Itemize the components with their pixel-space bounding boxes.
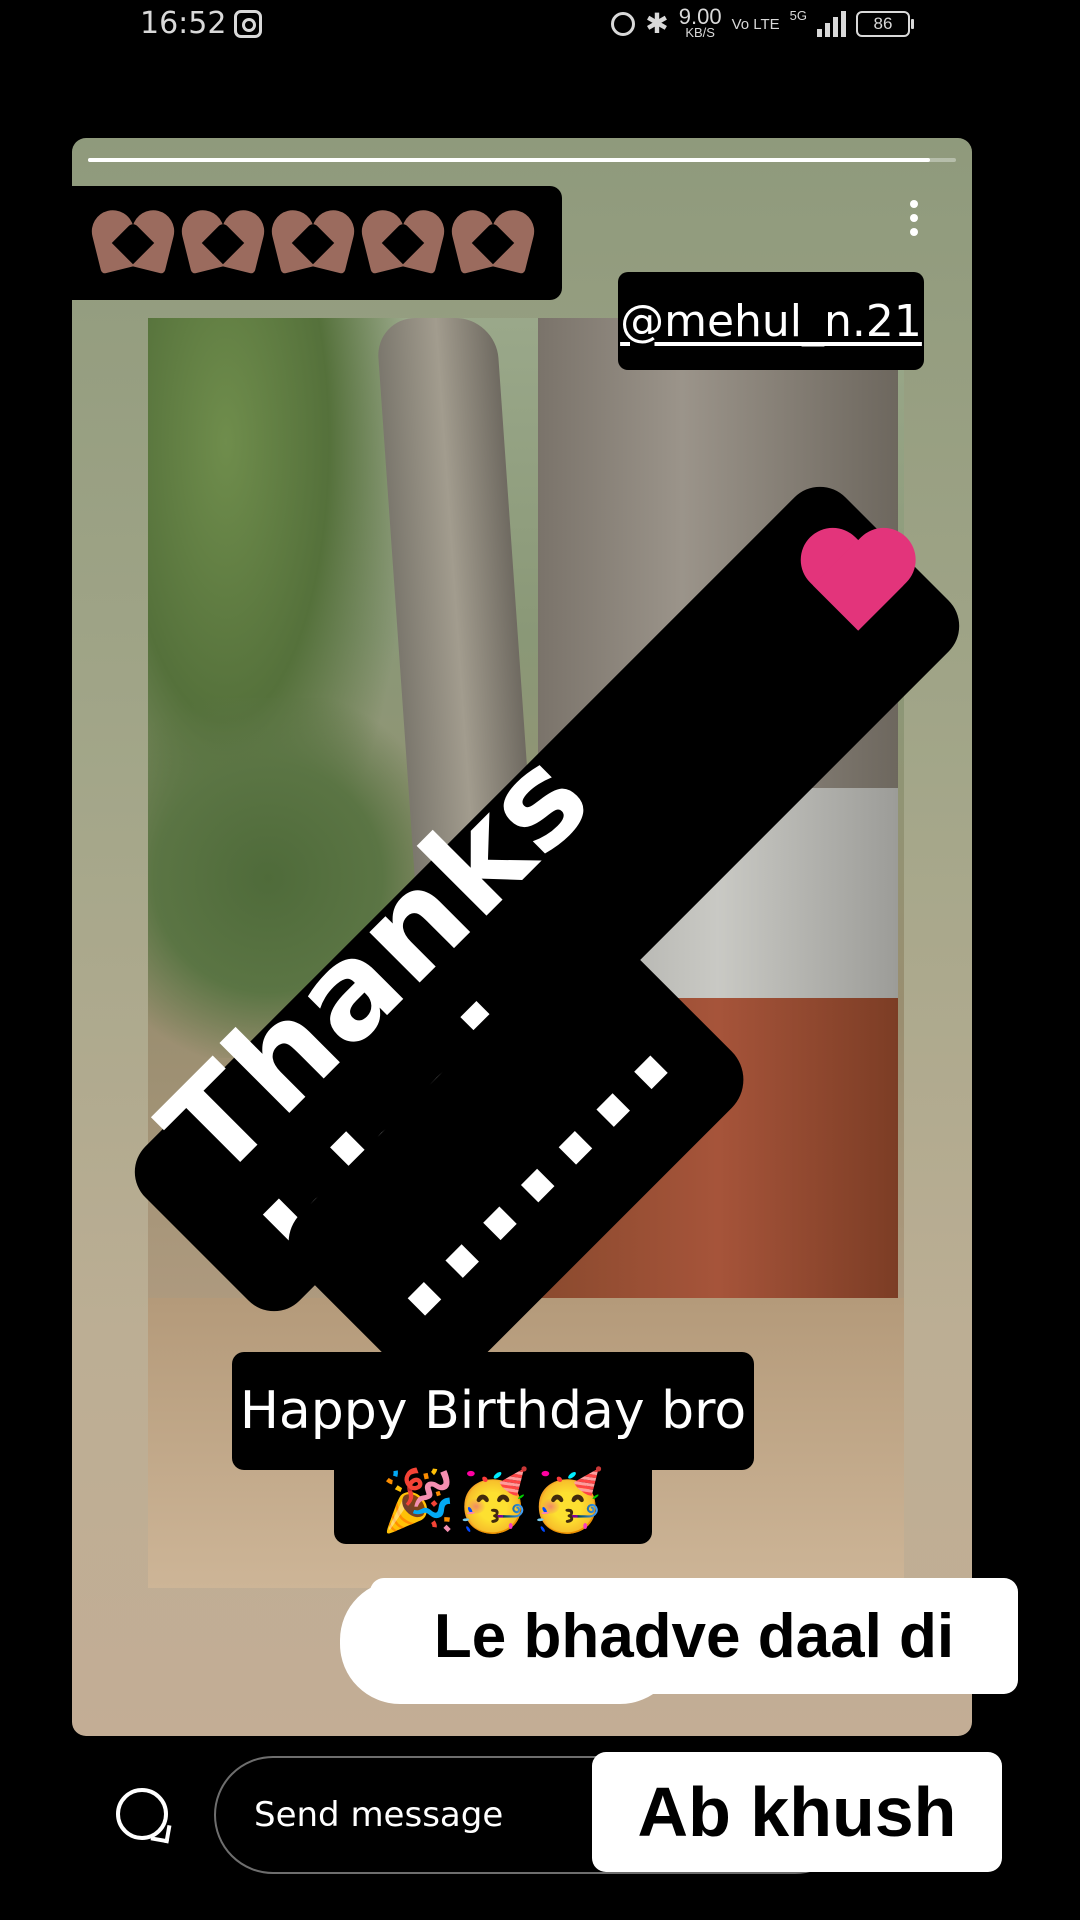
birthday-text: Happy Birthday bro [239,1381,747,1441]
network-speed-unit: KB/S [685,25,715,40]
more-options-icon[interactable] [904,200,924,244]
clock: 16:52 [140,6,227,41]
pink-heart-icon [808,531,912,641]
status-bar: 16:52 ✱ 9.00 KB/S Vo LTE 5G 86 [0,0,1080,50]
battery-indicator: 86 [856,11,914,37]
heart-hands-icon [267,205,359,280]
overlay-text-ab-khush-label: Ab khush [637,1773,957,1851]
story-progress-fill [88,158,930,162]
signal-strength-icon [817,11,846,37]
story-progress-bar [88,158,956,162]
network-type: 5G [789,8,807,23]
alarm-icon [611,12,636,36]
party-emojis: 🎉🥳🥳 [334,1456,652,1544]
mention-sticker[interactable]: @mehul_n.21 [618,272,924,370]
birthday-text-sticker: Happy Birthday bro [232,1352,754,1470]
network-speed-value: 9.00 [678,4,722,29]
heart-hands-icon [87,205,179,280]
overlay-text-le: Le bhadve daal di [370,1578,1018,1694]
heart-hands-icon [177,205,269,280]
mention-text[interactable]: @mehul_n.21 [620,296,922,347]
story-card[interactable]: @mehul_n.21 Thanks bhai ....... Happy Bi… [72,138,972,1736]
overlay-text-ab-khush: Ab khush [592,1752,1002,1872]
instagram-notification-icon [234,10,262,38]
bluetooth-icon: ✱ [645,8,669,39]
status-icons: ✱ 9.00 KB/S Vo LTE 5G 86 [611,4,914,40]
heart-hands-icon [447,205,539,280]
overlay-text-le-label: Le bhadve daal di [433,1601,955,1671]
heart-hands-sticker [72,186,562,300]
heart-hands-icon [357,205,449,280]
volte-indicator: Vo LTE [731,15,780,33]
camera-reply-icon[interactable] [116,1788,168,1840]
network-speed: 9.00 KB/S [678,4,722,40]
